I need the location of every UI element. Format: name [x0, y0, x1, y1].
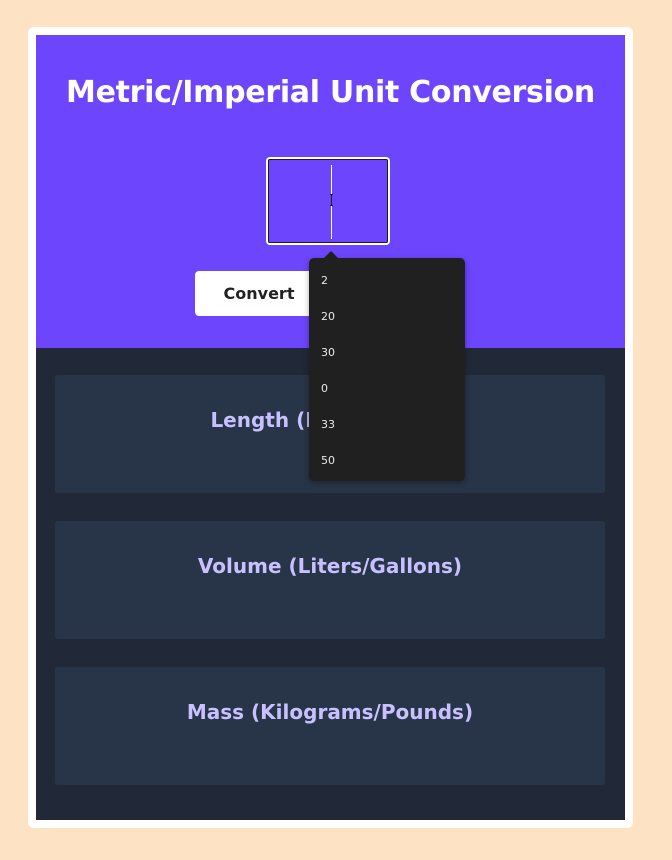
dropdown-option[interactable]: 0 — [321, 382, 328, 395]
volume-section: Volume (Liters/Gallons) — [55, 521, 605, 639]
dropdown-option[interactable]: 33 — [321, 418, 335, 431]
dropdown-option[interactable]: 20 — [321, 310, 335, 323]
number-input[interactable] — [266, 157, 390, 245]
volume-section-label: Volume (Liters/Gallons) — [197, 554, 463, 578]
mass-section: Mass (Kilograms/Pounds) — [55, 667, 605, 785]
dropdown-option[interactable]: 30 — [321, 346, 335, 359]
dropdown-option[interactable]: 2 — [321, 274, 328, 287]
dropdown-option[interactable]: 50 — [321, 454, 335, 467]
page-title: Metric/Imperial Unit Conversion — [66, 75, 595, 110]
suggestions-dropdown: 2 20 30 0 33 50 — [309, 251, 465, 481]
convert-button[interactable]: Convert — [195, 271, 323, 316]
mass-section-label: Mass (Kilograms/Pounds) — [186, 700, 474, 724]
ibeam-caret-icon — [330, 194, 333, 206]
